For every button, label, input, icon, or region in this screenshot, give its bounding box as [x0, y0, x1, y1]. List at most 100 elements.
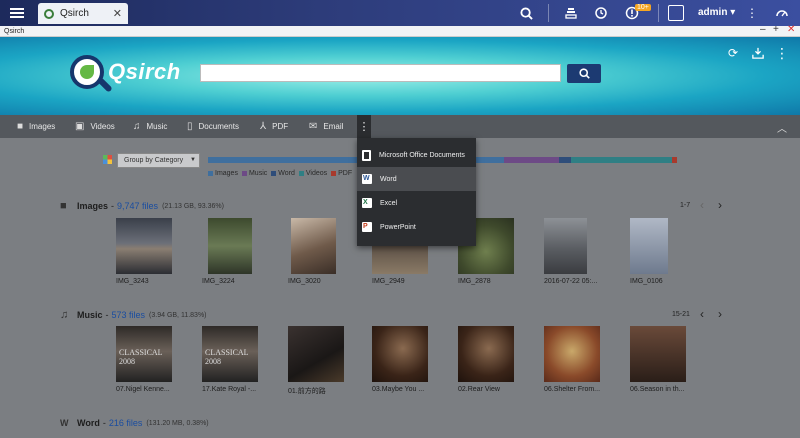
image-thumbnail[interactable] — [291, 218, 336, 274]
close-tab-icon[interactable]: ✕ — [113, 7, 122, 20]
section-file-count[interactable]: 9,747 files — [117, 201, 158, 211]
prev-page-icon[interactable]: ‹ — [700, 307, 704, 321]
legend-item: Images — [208, 170, 238, 177]
image-name: IMG_3224 — [202, 278, 235, 285]
album-art[interactable] — [372, 326, 428, 382]
music-pager: 15-21 — [672, 311, 690, 318]
section-size: (21.13 GB, 93.36%) — [162, 202, 224, 210]
divider — [658, 4, 659, 22]
search-icon — [578, 68, 590, 79]
next-page-icon[interactable]: › — [718, 198, 722, 212]
app-tab-title: Qsirch — [60, 8, 89, 19]
refresh-icon[interactable]: ⟳ — [726, 46, 740, 60]
system-bar: Qsirch ✕ 10+ admin ▾ ⋮ — [0, 0, 800, 26]
music-section-header: ♫ Music - 573 files (3.94 GB, 11.83%) — [60, 309, 207, 321]
image-name: 2016-07-22 05:... — [544, 278, 598, 285]
section-file-count[interactable]: 216 files — [109, 418, 143, 428]
chevron-up-icon[interactable]: ︿ — [777, 120, 787, 135]
image-thumbnail[interactable] — [630, 218, 668, 274]
hamburger-icon — [10, 12, 24, 14]
menu-item-office-documents[interactable]: Microsoft Office Documents — [357, 143, 476, 167]
album-art[interactable] — [630, 326, 686, 382]
usage-segment-word — [559, 157, 571, 163]
track-name: 07.Nigel Kenne... — [116, 386, 170, 393]
category-documents[interactable]: ▯ Documents — [187, 115, 239, 138]
sync-icon[interactable] — [593, 5, 609, 21]
album-art[interactable]: CLASSICAL 2008 — [202, 326, 258, 382]
excel-icon — [362, 198, 372, 208]
section-file-count[interactable]: 573 files — [112, 310, 146, 320]
menu-item-excel[interactable]: Excel — [357, 191, 476, 215]
prev-page-icon[interactable]: ‹ — [700, 198, 704, 212]
group-by-value: Group by Category — [124, 157, 184, 164]
image-thumbnail[interactable] — [372, 246, 428, 274]
category-videos[interactable]: ▣ Videos — [75, 115, 115, 138]
menu-item-word[interactable]: Word — [357, 167, 476, 191]
track-name: 06.Shelter From... — [544, 386, 601, 393]
camera-icon: ■ — [17, 121, 24, 132]
category-pdf[interactable]: ⅄ PDF — [260, 115, 288, 138]
category-email[interactable]: ✉ Email — [309, 115, 343, 138]
section-title: Music — [77, 310, 103, 320]
album-art[interactable] — [544, 326, 600, 382]
section-title: Word — [77, 418, 100, 428]
notification-badge: 10+ — [635, 4, 651, 11]
category-label: PDF — [272, 122, 289, 131]
documents-submenu: Microsoft Office Documents Word Excel Po… — [357, 138, 476, 246]
app-tab-qsirch[interactable]: Qsirch ✕ — [38, 3, 128, 24]
close-window-button[interactable]: ✕ — [787, 24, 795, 35]
image-thumbnail[interactable] — [544, 218, 587, 274]
background-tasks-icon[interactable] — [563, 5, 579, 21]
menu-item-label: Excel — [380, 199, 398, 207]
download-icon[interactable] — [751, 46, 765, 60]
album-art[interactable] — [288, 326, 344, 382]
document-icon: ▯ — [187, 121, 193, 132]
user-avatar-icon[interactable] — [668, 5, 684, 21]
search-icon[interactable] — [518, 5, 534, 21]
category-images[interactable]: ■ Images — [17, 115, 55, 138]
track-name: 06.Season in th... — [630, 386, 685, 393]
section-size: (131.20 MB, 0.38%) — [146, 419, 209, 427]
group-by-select[interactable]: Group by Category ▼ — [117, 153, 200, 168]
image-name: IMG_2949 — [372, 278, 405, 285]
usage-legend: Images Music Word Videos PDF — [208, 170, 352, 177]
powerpoint-icon — [362, 222, 372, 232]
section-size: (3.94 GB, 11.83%) — [149, 311, 207, 319]
image-thumbnail[interactable] — [116, 218, 172, 274]
category-music[interactable]: ♫ Music — [133, 115, 167, 138]
album-art[interactable]: CLASSICAL 2008 — [116, 326, 172, 382]
category-label: Music — [146, 122, 168, 131]
logo-text: Qsirch — [108, 59, 181, 84]
minimize-button[interactable]: – — [760, 24, 766, 35]
image-name: IMG_3243 — [116, 278, 149, 285]
album-art[interactable] — [458, 326, 514, 382]
category-bar: ■ Images ▣ Videos ♫ Music ▯ Documents ⅄ PDF ✉… — [0, 115, 800, 138]
more-options-icon[interactable]: ⋮ — [744, 5, 760, 21]
window-title: Qsirch — [4, 28, 25, 35]
search-banner: Qsirch ⟳ ⋮ — [0, 37, 800, 115]
user-name: admin — [698, 7, 728, 18]
office-icon — [362, 149, 371, 161]
image-thumbnail[interactable] — [208, 218, 252, 274]
images-section-header: ■ Images - 9,747 files (21.13 GB, 93.36%… — [60, 200, 224, 212]
maximize-button[interactable]: + — [773, 24, 779, 35]
next-page-icon[interactable]: › — [718, 307, 722, 321]
video-icon: ▣ — [75, 121, 85, 132]
dashboard-icon[interactable] — [774, 5, 790, 21]
menu-item-powerpoint[interactable]: PowerPoint — [357, 215, 476, 239]
images-pager: 1-7 — [680, 202, 691, 209]
search-button[interactable] — [567, 64, 601, 83]
camera-icon: ■ — [60, 200, 67, 212]
main-menu-button[interactable] — [0, 0, 34, 26]
user-menu[interactable]: admin ▾ — [698, 7, 735, 18]
more-options-icon[interactable]: ⋮ — [775, 45, 789, 61]
window-title-bar: Qsirch – + ✕ — [0, 24, 800, 37]
image-name: IMG_2878 — [458, 278, 491, 285]
section-title: Images — [77, 201, 109, 211]
chevron-down-icon: ▼ — [190, 157, 196, 163]
divider — [548, 4, 549, 22]
search-input[interactable] — [200, 64, 561, 82]
menu-item-label: Microsoft Office Documents — [379, 151, 465, 159]
more-categories-button[interactable]: ⋮ — [357, 115, 371, 138]
music-icon: ♫ — [60, 309, 69, 321]
